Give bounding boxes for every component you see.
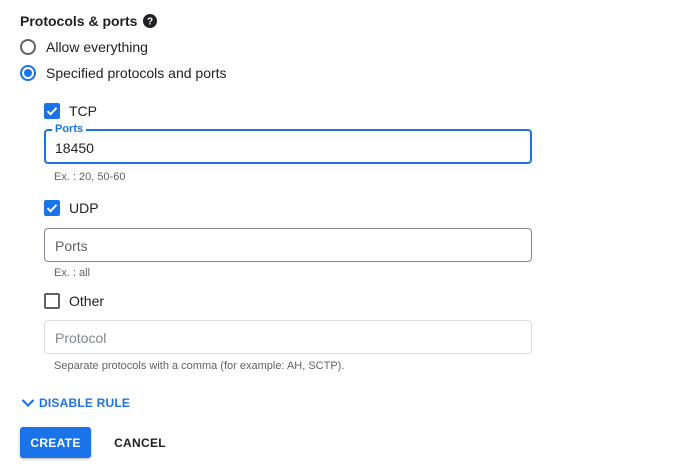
udp-label: UDP	[69, 200, 99, 216]
tcp-ports-hint: Ex. : 20, 50-60	[54, 171, 126, 183]
protocols-ports-heading: Protocols & ports ?	[20, 13, 158, 29]
udp-ports-field[interactable]: Ports	[44, 228, 532, 262]
tcp-checkbox-row[interactable]: TCP	[44, 103, 97, 119]
cancel-button[interactable]: CANCEL	[104, 427, 176, 458]
radio-label: Specified protocols and ports	[46, 65, 227, 81]
create-button[interactable]: CREATE	[20, 427, 91, 458]
udp-checkbox-row[interactable]: UDP	[44, 200, 99, 216]
other-checkbox[interactable]	[44, 293, 60, 309]
section-title: Protocols & ports	[20, 13, 138, 29]
radio-button[interactable]	[20, 65, 36, 81]
udp-ports-placeholder: Ports	[55, 238, 88, 254]
disable-rule-label: DISABLE RULE	[39, 396, 131, 410]
other-protocol-field[interactable]: Protocol	[44, 320, 532, 354]
radio-allow-everything[interactable]: Allow everything	[20, 39, 148, 55]
checkmark-icon	[46, 204, 58, 213]
other-protocol-placeholder: Protocol	[55, 330, 107, 346]
checkmark-icon	[46, 107, 58, 116]
radio-button[interactable]	[20, 39, 36, 55]
tcp-ports-field[interactable]: Ports 18450	[44, 123, 532, 164]
tcp-ports-label: Ports	[52, 123, 87, 135]
svg-text:?: ?	[147, 17, 153, 28]
chevron-down-icon	[21, 399, 35, 408]
radio-label: Allow everything	[46, 39, 148, 55]
radio-specified-protocols[interactable]: Specified protocols and ports	[20, 65, 227, 81]
other-label: Other	[69, 293, 105, 309]
tcp-checkbox[interactable]	[44, 103, 60, 119]
disable-rule-toggle[interactable]: DISABLE RULE	[20, 395, 130, 411]
udp-checkbox[interactable]	[44, 200, 60, 216]
tcp-label: TCP	[69, 103, 97, 119]
other-checkbox-row[interactable]: Other	[44, 293, 104, 309]
tcp-ports-value: 18450	[55, 140, 94, 156]
udp-ports-hint: Ex. : all	[54, 267, 91, 279]
other-protocol-hint: Separate protocols with a comma (for exa…	[54, 360, 345, 372]
help-circle-icon[interactable]: ?	[143, 14, 158, 28]
